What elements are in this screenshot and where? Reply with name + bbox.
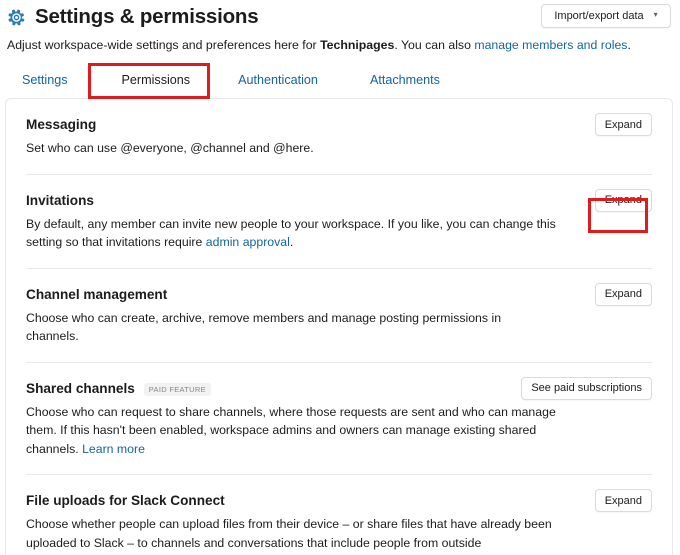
section-file-uploads-inner: File uploads for Slack Connect Choose wh…	[26, 475, 652, 555]
subtitle-text-end: .	[627, 38, 631, 52]
section-messaging-header: Messaging	[26, 116, 652, 134]
file-uploads-expand-button[interactable]: Expand	[594, 489, 652, 512]
import-export-data-label: Import/export data	[554, 10, 644, 22]
settings-tabs: Settings Permissions Authentication Atta…	[0, 66, 680, 98]
messaging-expand-button[interactable]: Expand	[594, 113, 652, 136]
section-file-uploads-desc-text: Choose whether people can upload files f…	[26, 517, 552, 550]
tab-authentication[interactable]: Authentication	[238, 66, 318, 87]
section-shared-channels-title: Shared channels	[26, 380, 135, 396]
section-invitations-description: By default, any member can invite new pe…	[26, 215, 556, 252]
section-channel-management-title: Channel management	[26, 286, 168, 302]
channel-management-expand-button[interactable]: Expand	[594, 282, 652, 306]
import-export-data-button[interactable]: Import/export data ▾	[541, 4, 671, 28]
section-messaging-description: Set who can use @everyone, @channel and …	[26, 139, 556, 158]
shared-channels-learn-more-link[interactable]: Learn more	[82, 442, 145, 456]
paid-feature-badge: PAID FEATURE	[143, 383, 211, 396]
section-channel-management-header: Channel management	[26, 286, 652, 304]
gear-icon	[8, 9, 25, 26]
section-messaging-desc-text: Set who can use @everyone, @channel and …	[26, 141, 314, 155]
subtitle-text-pre: Adjust workspace-wide settings and prefe…	[7, 38, 321, 52]
section-messaging: Messaging Set who can use @everyone, @ch…	[6, 99, 672, 175]
page-header: Settings & permissions Import/export dat…	[0, 0, 680, 53]
section-channel-management-description: Choose who can create, archive, remove m…	[26, 309, 556, 346]
tab-permissions[interactable]: Permissions	[122, 66, 191, 87]
page-title: Settings & permissions	[35, 4, 259, 28]
admin-approval-link[interactable]: admin approval	[206, 235, 290, 249]
section-invitations-desc-end: .	[289, 235, 294, 249]
chevron-down-icon: ▾	[653, 10, 658, 19]
section-file-uploads-header: File uploads for Slack Connect	[26, 492, 652, 510]
workspace-name: Technipages	[320, 38, 395, 52]
section-shared-channels-inner: Shared channels PAID FEATURE Choose who …	[26, 363, 652, 475]
page-subtitle: Adjust workspace-wide settings and prefe…	[0, 30, 680, 53]
section-invitations-header: Invitations	[26, 192, 652, 210]
section-invitations: Invitations By default, any member can i…	[6, 175, 672, 269]
subtitle-text-mid: . You can also	[394, 38, 475, 52]
permissions-card: Messaging Set who can use @everyone, @ch…	[5, 98, 673, 555]
section-invitations-title: Invitations	[26, 192, 94, 208]
see-paid-subscriptions-button[interactable]: See paid subscriptions	[521, 376, 652, 400]
section-shared-channels-description: Choose who can request to share channels…	[26, 403, 556, 459]
tab-settings[interactable]: Settings	[22, 66, 68, 87]
section-invitations-inner: Invitations By default, any member can i…	[26, 175, 652, 269]
invitations-expand-button[interactable]: Expand	[594, 188, 652, 212]
section-messaging-title: Messaging	[26, 117, 97, 132]
section-file-uploads-description: Choose whether people can upload files f…	[26, 515, 556, 555]
section-file-uploads: File uploads for Slack Connect Choose wh…	[6, 475, 672, 555]
section-channel-management-desc-text: Choose who can create, archive, remove m…	[26, 310, 502, 344]
section-channel-management-inner: Channel management Choose who can create…	[26, 269, 652, 363]
section-shared-channels: Shared channels PAID FEATURE Choose who …	[6, 363, 672, 475]
section-channel-management: Channel management Choose who can create…	[6, 269, 672, 363]
settings-permissions-page: Settings & permissions Import/export dat…	[0, 0, 680, 555]
section-file-uploads-title: File uploads for Slack Connect	[26, 493, 225, 508]
manage-members-and-roles-link[interactable]: manage members and roles	[474, 38, 627, 52]
section-messaging-inner: Messaging Set who can use @everyone, @ch…	[26, 99, 652, 175]
tab-attachments[interactable]: Attachments	[370, 66, 440, 87]
